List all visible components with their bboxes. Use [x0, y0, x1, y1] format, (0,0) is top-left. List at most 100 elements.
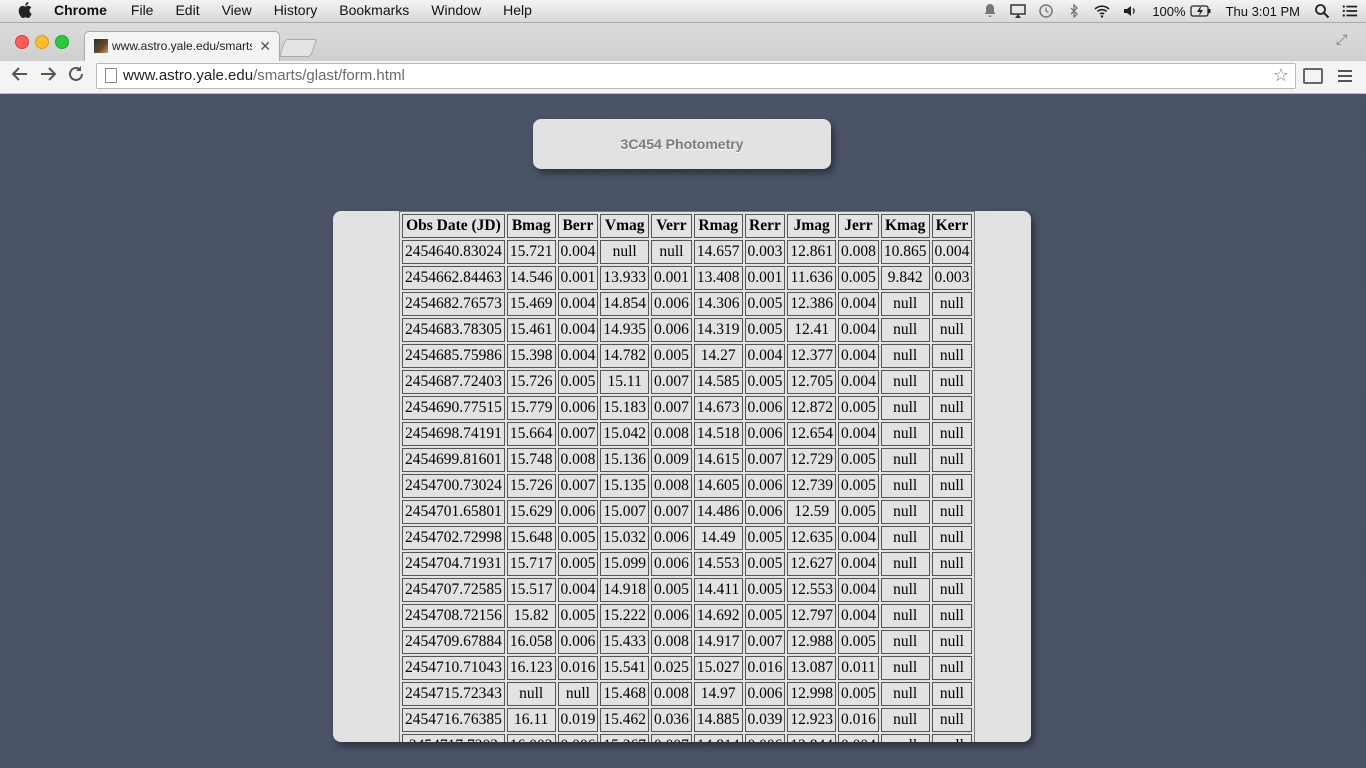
table-cell: 16.123 — [506, 656, 556, 680]
battery-icon[interactable] — [1189, 3, 1212, 19]
url-path: /smarts/glast/form.html — [253, 67, 405, 84]
fullscreen-icon[interactable]: ⤢ — [1336, 31, 1352, 47]
back-button[interactable] — [9, 65, 31, 87]
wifi-icon[interactable] — [1094, 3, 1110, 19]
chrome-menu-icon[interactable] — [1338, 67, 1352, 85]
table-cell: 2454709.67884 — [402, 630, 505, 654]
table-cell: 0.004 — [557, 318, 599, 342]
table-cell: 0.007 — [651, 500, 692, 524]
table-cell: 14.546 — [506, 266, 556, 290]
table-cell: 14.585 — [693, 370, 743, 394]
notification-bell-icon[interactable] — [982, 3, 998, 19]
new-tab-button[interactable] — [278, 39, 318, 57]
forward-button[interactable] — [37, 65, 59, 87]
table-cell: 15.779 — [506, 396, 556, 420]
table-cell: 12.872 — [787, 396, 836, 420]
table-row: 2454702.72998 15.648 0.005 15.032 0.006 14.49… — [402, 526, 973, 550]
table-cell: 15.82 — [506, 604, 556, 628]
table-row: 2454662.84463 14.546 0.001 13.933 0.001 13.40… — [402, 266, 973, 290]
table-cell: 12.739 — [787, 474, 836, 498]
volume-icon[interactable] — [1122, 3, 1138, 19]
table-cell: null — [931, 448, 973, 472]
column-header: Rmag — [693, 214, 743, 238]
table-cell: 15.433 — [600, 630, 649, 654]
reload-button[interactable] — [65, 65, 87, 87]
menu-history[interactable]: History — [274, 2, 318, 18]
table-cell: 12.861 — [787, 240, 836, 264]
table-cell: 15.664 — [506, 422, 556, 446]
table-cell: 15.541 — [600, 656, 649, 680]
table-cell: 0.003 — [744, 240, 786, 264]
table-cell: 0.008 — [651, 682, 692, 706]
menu-file[interactable]: File — [131, 2, 154, 18]
table-cell: 0.016 — [557, 656, 599, 680]
tab-close-icon[interactable]: ✕ — [259, 38, 271, 55]
table-cell: 0.007 — [651, 396, 692, 420]
table-cell: 16.058 — [506, 630, 556, 654]
table-cell: 0.005 — [838, 630, 879, 654]
table-cell: 2454715.72343 — [402, 682, 505, 706]
table-cell: 0.006 — [744, 422, 786, 446]
table-cell: 14.486 — [693, 500, 743, 524]
bookmark-star-icon[interactable]: ☆ — [1273, 65, 1289, 86]
table-cell: 2454662.84463 — [402, 266, 505, 290]
table-cell: 0.004 — [931, 240, 973, 264]
column-header: Jmag — [787, 214, 836, 238]
status-menus: 100% Thu 3:01 PM — [970, 1, 1358, 21]
menu-window[interactable]: Window — [431, 2, 481, 18]
table-cell: 0.003 — [931, 266, 973, 290]
time-machine-icon[interactable] — [1038, 3, 1054, 19]
menu-bookmarks[interactable]: Bookmarks — [339, 2, 409, 18]
menu-view[interactable]: View — [222, 2, 252, 18]
apple-menu-icon[interactable] — [18, 2, 32, 18]
table-cell: 0.004 — [838, 734, 879, 742]
airplay-icon[interactable] — [1010, 3, 1027, 19]
window-minimize-button[interactable] — [35, 35, 49, 49]
table-cell: null — [880, 552, 930, 576]
table-cell: 2454702.72998 — [402, 526, 505, 550]
menu-app-chrome[interactable]: Chrome — [54, 2, 107, 18]
table-cell: 0.006 — [557, 734, 599, 742]
battery-percent[interactable]: 100% — [1152, 4, 1185, 19]
table-cell: 14.49 — [693, 526, 743, 550]
table-cell: 13.408 — [693, 266, 743, 290]
table-cell: 16.11 — [506, 708, 556, 732]
column-header: Jerr — [838, 214, 879, 238]
table-cell: 0.039 — [744, 708, 786, 732]
url-text[interactable]: www.astro.yale.edu/smarts/glast/form.htm… — [123, 67, 405, 84]
spotlight-search-icon[interactable] — [1314, 3, 1330, 19]
address-bar[interactable]: www.astro.yale.edu/smarts/glast/form.htm… — [96, 63, 1296, 89]
column-header: Verr — [651, 214, 692, 238]
table-cell: 15.468 — [600, 682, 649, 706]
page-title: 3C454 Photometry — [620, 136, 744, 152]
menu-help[interactable]: Help — [503, 2, 532, 18]
table-cell: 0.004 — [557, 344, 599, 368]
table-cell: 0.005 — [838, 448, 879, 472]
table-cell: null — [931, 292, 973, 316]
clock[interactable]: Thu 3:01 PM — [1226, 4, 1300, 19]
table-cell: 12.553 — [787, 578, 836, 602]
table-cell: 0.006 — [651, 292, 692, 316]
table-cell: 12.988 — [787, 630, 836, 654]
notification-center-icon[interactable] — [1342, 3, 1358, 19]
bluetooth-icon[interactable] — [1066, 3, 1082, 19]
cast-icon[interactable] — [1303, 68, 1323, 84]
window-close-button[interactable] — [15, 35, 29, 49]
table-cell: 2454640.83024 — [402, 240, 505, 264]
table-cell: 14.518 — [693, 422, 743, 446]
table-cell: 2454701.65801 — [402, 500, 505, 524]
table-cell: 12.923 — [787, 708, 836, 732]
table-cell: 0.006 — [744, 682, 786, 706]
window-zoom-button[interactable] — [55, 35, 69, 49]
table-cell: 15.717 — [506, 552, 556, 576]
menu-edit[interactable]: Edit — [175, 2, 199, 18]
table-cell: 12.844 — [787, 734, 836, 742]
table-cell: 15.461 — [506, 318, 556, 342]
table-cell: 0.011 — [838, 656, 879, 680]
table-cell: 15.136 — [600, 448, 649, 472]
tab-active[interactable]: www.astro.yale.edu/smarts ✕ — [84, 31, 280, 62]
table-cell: 0.009 — [651, 448, 692, 472]
table-cell: 0.001 — [557, 266, 599, 290]
table-cell: null — [557, 682, 599, 706]
table-cell: 15.042 — [600, 422, 649, 446]
